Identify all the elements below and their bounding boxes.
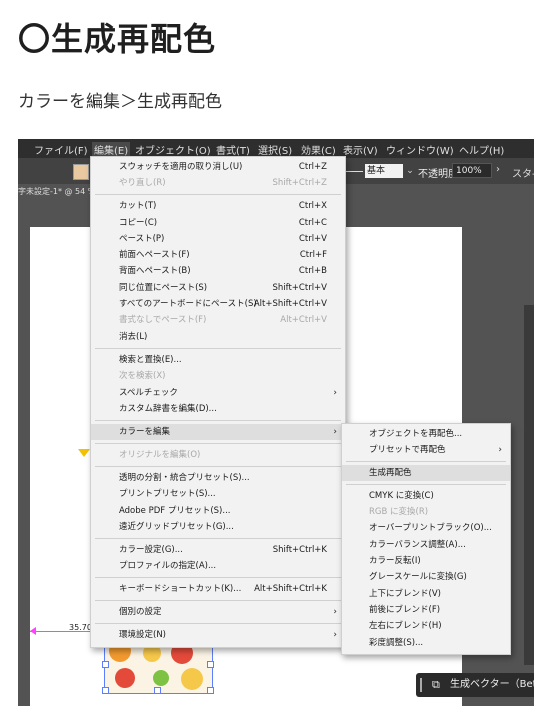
- selection-handle[interactable]: [207, 661, 214, 668]
- menu-item-find-replace[interactable]: 検索と置換(E)...: [91, 352, 345, 368]
- submenu-item-blend-horizontally[interactable]: 左右にブレンド(H): [342, 618, 510, 634]
- menu-divider: [95, 443, 341, 444]
- chevron-right-icon: ›: [333, 630, 337, 640]
- menu-item-clear[interactable]: 消去(L): [91, 329, 345, 345]
- menu-item-keyboard-shortcuts[interactable]: キーボードショートカット(K)... Alt+Shift+Ctrl+K: [91, 581, 345, 597]
- submenu-item-grayscale[interactable]: グレースケールに変換(G): [342, 569, 510, 585]
- guide-arrow-left-icon: [30, 627, 36, 635]
- edit-menu: スウォッチを適用の取り消し(U) Ctrl+Z やり直し(R) Shift+Ctrl…: [90, 156, 346, 648]
- menu-divider: [346, 484, 506, 485]
- submenu-item-saturate[interactable]: 彩度調整(S)...: [342, 635, 510, 651]
- submenu-item-invert-colors[interactable]: カラー反転(I): [342, 553, 510, 569]
- menu-divider: [95, 194, 341, 195]
- page-subtitle: カラーを編集＞生成再配色: [18, 92, 222, 112]
- menu-item-edit-original[interactable]: オリジナルを編集(O): [91, 447, 345, 463]
- chevron-down-icon[interactable]: ⌄: [404, 164, 416, 178]
- generate-vector-button[interactable]: ⧉ 生成ベクター（Beta: [416, 673, 534, 697]
- edit-colors-submenu: オブジェクトを再配色... プリセットで再配色 › 生成再配色 CMYK に変換(…: [341, 423, 511, 655]
- menu-type[interactable]: 書式(T): [216, 142, 250, 157]
- submenu-item-convert-cmyk[interactable]: CMYK に変換(C): [342, 488, 510, 504]
- menu-divider: [95, 466, 341, 467]
- menu-item-cut[interactable]: カット(T) Ctrl+X: [91, 198, 345, 214]
- menu-item-pdf-presets[interactable]: Adobe PDF プリセット(S)...: [91, 503, 345, 519]
- chevron-right-icon: ›: [333, 388, 337, 398]
- menu-window[interactable]: ウィンドウ(W): [386, 142, 454, 157]
- generate-vector-label: 生成ベクター（Beta: [450, 679, 534, 690]
- menu-item-undo[interactable]: スウォッチを適用の取り消し(U) Ctrl+Z: [91, 159, 345, 175]
- submenu-item-blend-vertically[interactable]: 上下にブレンド(V): [342, 586, 510, 602]
- submenu-item-convert-rgb[interactable]: RGB に変換(R): [342, 504, 510, 520]
- menu-item-paste-back[interactable]: 背面へペースト(B) Ctrl+B: [91, 263, 345, 279]
- submenu-item-blend-front-to-back[interactable]: 前後にブレンド(F): [342, 602, 510, 618]
- submenu-item-recolor-preset[interactable]: プリセットで再配色 ›: [342, 442, 510, 458]
- menu-item-my-settings[interactable]: 個別の設定 ›: [91, 604, 345, 620]
- chevron-right-icon: ›: [498, 445, 502, 455]
- chevron-right-icon[interactable]: ›: [496, 164, 500, 175]
- menu-help[interactable]: ヘルプ(H): [459, 142, 504, 157]
- chevron-right-icon: ›: [333, 427, 337, 437]
- menu-file[interactable]: ファイル(F): [34, 142, 88, 157]
- selection-handle[interactable]: [154, 687, 161, 694]
- menu-effect[interactable]: 効果(C): [301, 142, 336, 157]
- submenu-item-adjust-color-balance[interactable]: カラーバランス調整(A)...: [342, 537, 510, 553]
- menu-item-preferences[interactable]: 環境設定(N) ›: [91, 627, 345, 643]
- menu-item-redo[interactable]: やり直し(R) Shift+Ctrl+Z: [91, 175, 345, 191]
- menu-item-paste-all-artboards[interactable]: すべてのアートボードにペースト(S) Alt+Shift+Ctrl+V: [91, 296, 345, 312]
- menu-divider: [95, 577, 341, 578]
- submenu-item-generative-recolor[interactable]: 生成再配色: [342, 465, 510, 481]
- menu-divider: [95, 623, 341, 624]
- submenu-item-overprint-black[interactable]: オーバープリントブラック(O)...: [342, 520, 510, 536]
- menu-item-custom-dictionary[interactable]: カスタム辞書を編集(D)...: [91, 401, 345, 417]
- right-panel-edge: [524, 305, 534, 665]
- artwork-shape[interactable]: [78, 449, 90, 457]
- menu-item-paste-plain[interactable]: 書式なしでペースト(F) Alt+Ctrl+V: [91, 312, 345, 328]
- menu-item-paste[interactable]: ペースト(P) Ctrl+V: [91, 231, 345, 247]
- menu-item-color-settings[interactable]: カラー設定(G)... Shift+Ctrl+K: [91, 542, 345, 558]
- menu-select[interactable]: 選択(S): [258, 142, 292, 157]
- stroke-style-select[interactable]: 基本: [365, 164, 403, 178]
- gen-vector-icon: ⧉: [432, 678, 440, 691]
- opacity-input[interactable]: 100%: [452, 163, 492, 178]
- menu-view[interactable]: 表示(V): [343, 142, 378, 157]
- menu-divider: [95, 600, 341, 601]
- menu-item-print-presets[interactable]: プリントプリセット(S)...: [91, 486, 345, 502]
- menu-item-edit-colors[interactable]: カラーを編集 ›: [91, 424, 345, 440]
- menu-divider: [95, 348, 341, 349]
- menu-edit[interactable]: 編集(E): [92, 142, 131, 157]
- menu-item-copy[interactable]: コピー(C) Ctrl+C: [91, 215, 345, 231]
- menu-item-find-next[interactable]: 次を検索(X): [91, 368, 345, 384]
- menu-item-paste-in-place[interactable]: 同じ位置にペースト(S) Shift+Ctrl+V: [91, 280, 345, 296]
- stroke-preview: [343, 171, 363, 172]
- illustrator-screenshot: ファイル(F) 編集(E) オブジェクト(O) 書式(T) 選択(S) 効果(C…: [18, 139, 534, 706]
- menu-item-perspective-presets[interactable]: 遠近グリッドプリセット(G)...: [91, 519, 345, 535]
- menu-object[interactable]: オブジェクト(O): [135, 142, 211, 157]
- menu-item-flattener-presets[interactable]: 透明の分割・統合プリセット(S)...: [91, 470, 345, 486]
- style-label: スタ-: [512, 169, 534, 180]
- panel-grip: [420, 678, 422, 692]
- menu-item-paste-front[interactable]: 前面へペースト(F) Ctrl+F: [91, 247, 345, 263]
- menu-divider: [95, 420, 341, 421]
- selection-handle[interactable]: [102, 687, 109, 694]
- menu-divider: [95, 538, 341, 539]
- selection-handle[interactable]: [102, 661, 109, 668]
- chevron-right-icon: ›: [333, 607, 337, 617]
- menu-item-spellcheck[interactable]: スペルチェック ›: [91, 385, 345, 401]
- menu-item-assign-profile[interactable]: プロファイルの指定(A)...: [91, 558, 345, 574]
- menu-divider: [346, 461, 506, 462]
- submenu-item-recolor-artwork[interactable]: オブジェクトを再配色...: [342, 426, 510, 442]
- fill-swatch[interactable]: [73, 164, 89, 180]
- selection-handle[interactable]: [207, 687, 214, 694]
- page-heading: 〇生成再配色: [18, 20, 217, 58]
